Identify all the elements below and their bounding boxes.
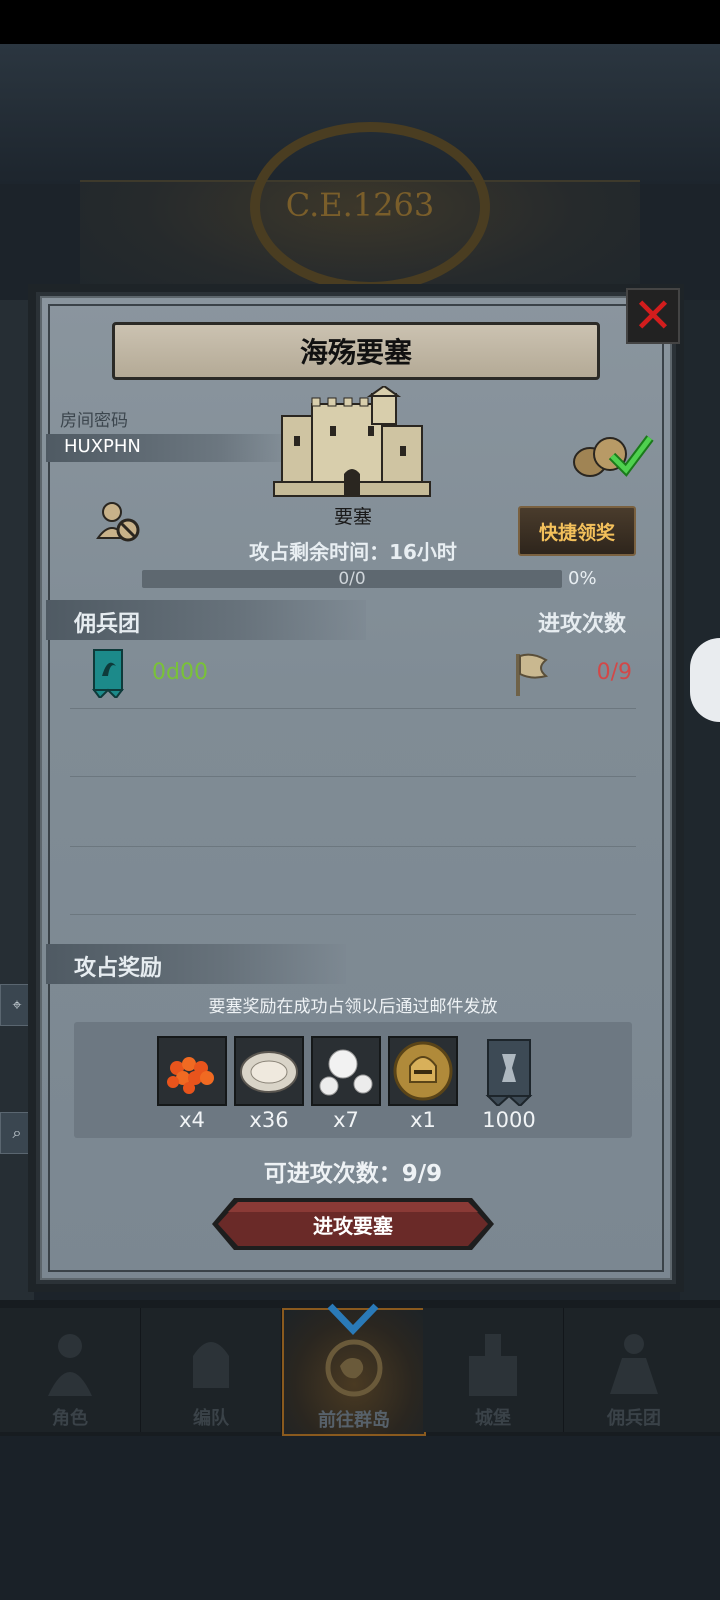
reward-qty: 1000 [482, 1108, 536, 1132]
close-icon: ✕ [632, 288, 674, 344]
room-code-label: 房间密码 [60, 411, 128, 431]
nav-label: 城堡 [475, 1408, 511, 1429]
room-code-value[interactable]: HUXPHN [64, 436, 141, 457]
chevron-down-icon [327, 1303, 379, 1336]
guild-banner-icon [485, 1039, 533, 1108]
attack-button-label: 进攻要塞 [313, 1213, 393, 1238]
row-divider [70, 776, 636, 777]
search-icon[interactable]: ⌕ [0, 1112, 34, 1154]
nav-label: 佣兵团 [607, 1408, 661, 1429]
rewards-note: 要塞奖励在成功占领以后通过邮件发放 [208, 997, 498, 1017]
resource-bags-check-icon[interactable] [572, 428, 654, 478]
reward-qty: x7 [333, 1108, 359, 1132]
user-disabled-icon[interactable] [96, 498, 142, 544]
fish-roe-icon [167, 1057, 214, 1094]
flag-icon [516, 653, 548, 696]
reward-item[interactable] [157, 1036, 227, 1106]
attack-count: 可进攻次数：9/9 [263, 1161, 443, 1187]
nav-item-mercenary[interactable]: 佣兵团 [564, 1308, 720, 1432]
attack-times-header: 进攻次数 [538, 612, 627, 637]
reward-item[interactable] [234, 1036, 304, 1106]
dialog-title: 海殇要塞 [112, 322, 600, 380]
castle-icon [469, 1334, 517, 1396]
formation-icon [193, 1342, 229, 1388]
capture-progress-bar: 0/0 [142, 569, 562, 589]
character-icon [48, 1334, 92, 1396]
attack-times-count: 0/9 [596, 660, 632, 685]
mercenary-icon [610, 1334, 658, 1394]
progress-percent: 0% [568, 568, 597, 589]
nav-item-castle[interactable]: 城堡 [423, 1308, 564, 1432]
row-divider [70, 846, 636, 847]
oyster-icon [240, 1051, 298, 1093]
capture-time-remaining: 攻占剩余时间：16小时 [249, 540, 457, 564]
reward-qty: x4 [179, 1108, 205, 1132]
status-bar [0, 0, 720, 44]
reward-item[interactable] [311, 1036, 381, 1106]
right-side-panel [680, 300, 720, 1300]
fortress-castle-icon [273, 386, 431, 497]
close-button[interactable]: ✕ [626, 288, 680, 344]
mercenary-header: 佣兵团 [74, 612, 141, 637]
target-icon[interactable]: ⌖ [0, 984, 34, 1026]
pearls-icon [319, 1049, 373, 1096]
era-label: C.E.1263 [285, 186, 435, 224]
reward-item[interactable] [388, 1036, 458, 1106]
nav-label: 前往群岛 [318, 1410, 390, 1431]
reward-qty: x36 [249, 1108, 289, 1132]
row-divider [70, 708, 636, 709]
mercenary-banner-icon [92, 649, 124, 698]
nav-item-character[interactable]: 角色 [0, 1308, 141, 1432]
fortress-name: 要塞 [333, 506, 372, 528]
islands-icon [325, 1339, 383, 1397]
nav-item-formation[interactable]: 编队 [141, 1308, 282, 1432]
nav-label: 编队 [193, 1408, 229, 1429]
quick-claim-button[interactable]: 快捷领奖 [518, 506, 636, 556]
row-divider [70, 914, 636, 915]
left-side-panel: ⌖ ⌕ [0, 300, 34, 1300]
progress-text: 0/0 [338, 569, 366, 589]
reward-qty: x1 [410, 1108, 436, 1132]
rewards-header: 攻占奖励 [74, 956, 163, 981]
attack-fortress-button[interactable]: 进攻要塞 [212, 1198, 494, 1250]
reward-item[interactable] [478, 1034, 540, 1108]
knight-helmet-coin-icon [393, 1041, 453, 1101]
mercenary-id: 0d00 [152, 660, 208, 685]
nav-label: 角色 [52, 1408, 88, 1429]
bottom-background [0, 1436, 720, 1600]
